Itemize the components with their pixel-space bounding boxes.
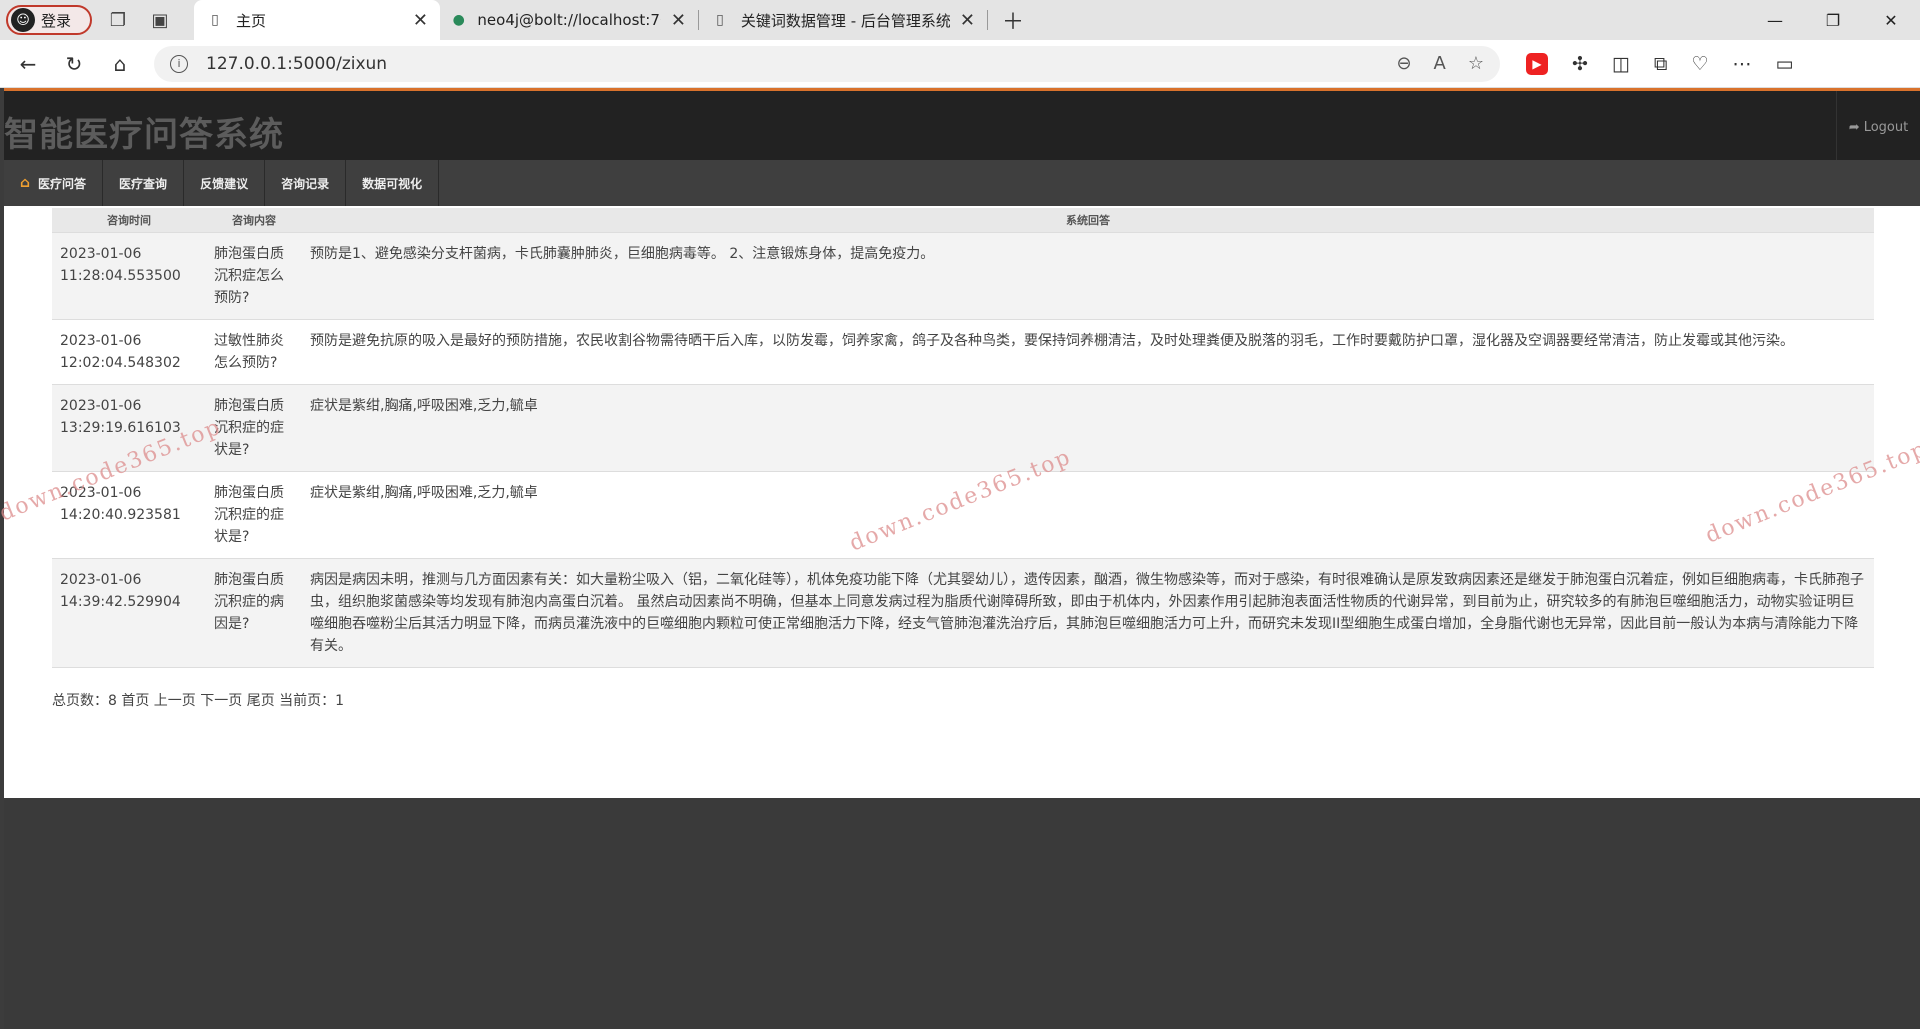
site-title: 智能医疗问答系统	[4, 115, 284, 155]
profile-label: 登录	[41, 11, 72, 30]
home-icon: ⌂	[20, 175, 31, 191]
site-info-icon[interactable]: i	[170, 54, 188, 73]
record-answer: 症状是紫绀,胸痛,呼吸困难,乏力,毓卓	[302, 384, 1874, 472]
record-time: 2023-01-06 14:20:40.923581	[52, 471, 206, 559]
record-time: 2023-01-06 14:39:42.529904	[52, 558, 206, 668]
record-question: 肺泡蛋白质沉积症怎么预防?	[206, 232, 302, 320]
extension-video-icon[interactable]: ▶	[1526, 52, 1548, 75]
web-page: 智能医疗问答系统 ➦ Logout ⌂ 医疗问答 医疗查询 反馈建议 咨询记录 …	[0, 88, 1920, 1029]
record-answer: 病因是病因未明，推测与几方面因素有关：如大量粉尘吸入（铝，二氧化硅等），机体免疫…	[302, 558, 1874, 668]
address-toolbar: ← ↻ ⌂ i 127.0.0.1:5000/zixun ⊖ A ☆ ▶ ✣ ◫…	[0, 40, 1920, 88]
home-icon[interactable]: ⌂	[102, 46, 138, 82]
nav-label: 咨询记录	[281, 176, 330, 191]
column-header-answer: 系统回答	[302, 208, 1874, 233]
record-question: 过敏性肺炎怎么预防?	[206, 319, 302, 385]
tab-admin[interactable]: ▯ 关键词数据管理 - 后台管理系统 ✕	[699, 0, 987, 40]
logout-label: Logout	[1863, 119, 1909, 135]
page-icon: ▯	[211, 12, 219, 28]
column-header-question: 咨询内容	[206, 208, 302, 233]
close-tab-icon[interactable]: ✕	[661, 10, 686, 31]
table-row: 2023-01-06 11:28:04.553500 肺泡蛋白质沉积症怎么预防? …	[52, 232, 1874, 320]
new-tab-icon[interactable]: ＋	[1002, 4, 1024, 36]
more-icon[interactable]: ⋯	[1733, 53, 1752, 75]
records-table: 咨询时间 咨询内容 系统回答 2023-01-06 11:28:04.553500…	[52, 208, 1874, 668]
close-window-icon[interactable]: ✕	[1862, 0, 1920, 40]
close-tab-icon[interactable]: ✕	[403, 10, 428, 31]
window-controls: — ❐ ✕	[1746, 0, 1920, 40]
collections-icon[interactable]: ⧉	[1654, 53, 1668, 75]
nav-label: 数据可视化	[362, 176, 423, 191]
nav-item-feedback[interactable]: 反馈建议	[184, 160, 266, 206]
tab-neo4j[interactable]: ● neo4j@bolt://localhost:7687 - Ne ✕	[440, 0, 698, 40]
neo4j-icon: ●	[452, 12, 465, 28]
nav-label: 反馈建议	[200, 176, 249, 191]
tab-separator	[987, 10, 988, 30]
performance-icon[interactable]: ♡	[1691, 53, 1708, 75]
tab-home[interactable]: ▯ 主页 ✕	[194, 0, 440, 40]
read-aloud-icon[interactable]: A	[1434, 53, 1446, 74]
share-icon: ➦	[1848, 119, 1860, 135]
nav-item-records[interactable]: 咨询记录	[265, 160, 347, 206]
split-screen-icon[interactable]: ◫	[1612, 53, 1630, 75]
page-icon: ▯	[716, 12, 724, 28]
record-answer: 预防是1、避免感染分支杆菌病，卡氏肺囊肿肺炎，巨细胞病毒等。 2、注意锻炼身体，…	[302, 232, 1874, 320]
nav-label: 医疗查询	[119, 176, 168, 191]
avatar: ☺	[11, 8, 35, 32]
column-header-time: 咨询时间	[52, 208, 206, 233]
table-row: 2023-01-06 14:39:42.529904 肺泡蛋白质沉积症的病因是? …	[52, 558, 1874, 668]
record-time: 2023-01-06 12:02:04.548302	[52, 319, 206, 385]
table-row: 2023-01-06 14:20:40.923581 肺泡蛋白质沉积症的症状是? …	[52, 471, 1874, 559]
extensions-icon[interactable]: ✣	[1572, 53, 1588, 75]
record-time: 2023-01-06 11:28:04.553500	[52, 232, 206, 320]
table-row: 2023-01-06 13:29:19.616103 肺泡蛋白质沉积症的症状是? …	[52, 384, 1874, 472]
table-header-row: 咨询时间 咨询内容 系统回答	[52, 208, 1874, 233]
favorite-icon[interactable]: ☆	[1468, 53, 1484, 74]
profile-button[interactable]: ☺ 登录	[6, 5, 92, 35]
sidebar-toggle-icon[interactable]: ▭	[1776, 53, 1794, 75]
record-question: 肺泡蛋白质沉积症的病因是?	[206, 558, 302, 668]
browser-tab-strip: ☺ 登录 ❐ ▣ ▯ 主页 ✕ ● neo4j@bolt://localhost…	[0, 0, 1920, 40]
nav-label: 医疗问答	[38, 176, 87, 191]
zoom-icon[interactable]: ⊖	[1396, 53, 1411, 74]
restore-icon[interactable]: ❐	[1804, 0, 1862, 40]
record-question: 肺泡蛋白质沉积症的症状是?	[206, 384, 302, 472]
close-tab-icon[interactable]: ✕	[950, 10, 975, 31]
table-row: 2023-01-06 12:02:04.548302 过敏性肺炎怎么预防? 预防是…	[52, 319, 1874, 385]
record-answer: 预防是避免抗原的吸入是最好的预防措施，农民收割谷物需待晒干后入库，以防发霉，饲养…	[302, 319, 1874, 385]
site-header: 智能医疗问答系统 ➦ Logout	[4, 88, 1920, 163]
tab-title: 关键词数据管理 - 后台管理系统	[740, 11, 950, 30]
nav-item-visualization[interactable]: 数据可视化	[346, 160, 440, 206]
back-icon[interactable]: ←	[10, 46, 46, 82]
minimize-icon[interactable]: —	[1746, 0, 1804, 40]
record-time: 2023-01-06 13:29:19.616103	[52, 384, 206, 472]
pagination[interactable]: 总页数：8 首页 上一页 下一页 尾页 当前页：1	[52, 690, 344, 710]
refresh-icon[interactable]: ↻	[56, 46, 92, 82]
workspaces-icon[interactable]: ❐	[102, 4, 134, 36]
record-answer: 症状是紫绀,胸痛,呼吸困难,乏力,毓卓	[302, 471, 1874, 559]
record-question: 肺泡蛋白质沉积症的症状是?	[206, 471, 302, 559]
records-panel: 咨询时间 咨询内容 系统回答 2023-01-06 11:28:04.553500…	[4, 206, 1920, 798]
main-nav: ⌂ 医疗问答 医疗查询 反馈建议 咨询记录 数据可视化	[4, 160, 1920, 206]
tab-title: 主页	[236, 11, 267, 30]
nav-item-query[interactable]: 医疗查询	[103, 160, 185, 206]
tab-actions-icon[interactable]: ▣	[144, 4, 176, 36]
tab-title: neo4j@bolt://localhost:7687 - Ne	[477, 11, 661, 29]
url-text[interactable]: 127.0.0.1:5000/zixun	[206, 54, 387, 74]
logout-button[interactable]: ➦ Logout	[1836, 91, 1920, 163]
nav-item-qa[interactable]: ⌂ 医疗问答	[4, 160, 104, 206]
address-bar[interactable]: i 127.0.0.1:5000/zixun ⊖ A ☆	[154, 45, 1500, 82]
